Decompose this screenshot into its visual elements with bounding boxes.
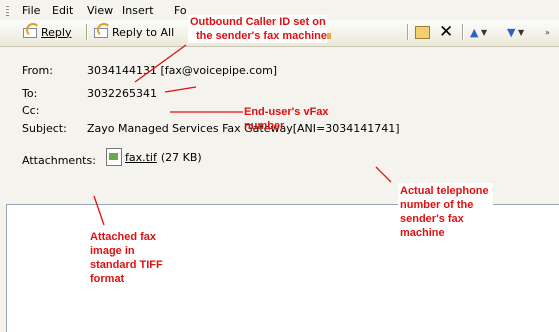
caller-id-leader [134, 44, 187, 83]
annotation-lines [93, 44, 392, 226]
caller-id-leader-tail [164, 86, 197, 93]
attached-annotation: Attached fax image in standard TIFF form… [90, 231, 163, 285]
caller-id-annotation: Outbound Caller ID set on the sender's f… [188, 15, 328, 43]
attached-leader [93, 195, 105, 226]
actual-number-leader [375, 166, 392, 183]
actual-number-annotation: Actual telephone number of the sender's … [398, 183, 493, 242]
vfax-annotation: End-user's vFax number [244, 106, 329, 132]
